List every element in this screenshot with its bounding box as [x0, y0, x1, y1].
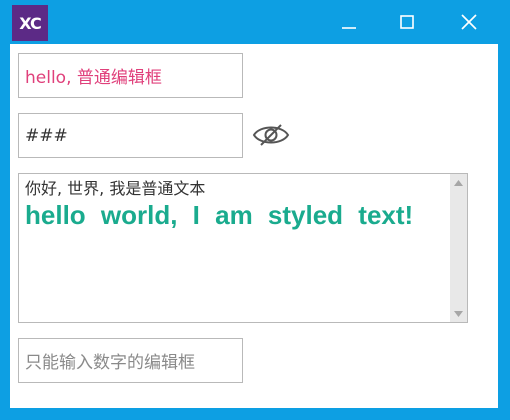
- arrow-up-icon: [454, 179, 463, 186]
- rich-text-area[interactable]: 你好, 世界, 我是普通文本 hello world, I am styled …: [18, 173, 468, 323]
- password-edit-field[interactable]: ###: [18, 113, 243, 158]
- arrow-down-icon: [454, 310, 463, 317]
- app-window: XC hello, 普通编辑框 ### 你好, 世界, 我是普通文本 hello…: [0, 0, 510, 420]
- maximize-icon: [400, 15, 414, 29]
- numeric-edit-field[interactable]: 只能输入数字的编辑框: [18, 338, 243, 383]
- normal-edit-field[interactable]: hello, 普通编辑框: [18, 53, 243, 98]
- rich-text-content: 你好, 世界, 我是普通文本 hello world, I am styled …: [25, 178, 445, 230]
- password-edit-value: ###: [25, 125, 68, 146]
- vertical-scrollbar[interactable]: [450, 174, 467, 322]
- numeric-edit-placeholder: 只能输入数字的编辑框: [25, 353, 195, 373]
- styled-text-line: hello world, I am styled text!: [25, 200, 414, 230]
- maximize-button[interactable]: [378, 0, 436, 44]
- app-logo-text: XC: [19, 13, 41, 33]
- scroll-down-button[interactable]: [450, 305, 467, 322]
- normal-edit-value: hello, 普通编辑框: [25, 68, 162, 88]
- client-area: hello, 普通编辑框 ### 你好, 世界, 我是普通文本 hello wo…: [10, 44, 498, 408]
- eye-off-icon: [252, 124, 290, 146]
- scroll-up-button[interactable]: [450, 174, 467, 191]
- plain-text-line: 你好, 世界, 我是普通文本: [25, 179, 206, 198]
- password-visibility-toggle[interactable]: [251, 120, 291, 150]
- app-logo-icon: XC: [12, 5, 48, 41]
- minimize-button[interactable]: [320, 0, 378, 44]
- close-button[interactable]: [440, 0, 498, 44]
- minimize-icon: [342, 27, 356, 29]
- title-bar[interactable]: XC: [0, 0, 510, 44]
- close-icon: [461, 14, 477, 30]
